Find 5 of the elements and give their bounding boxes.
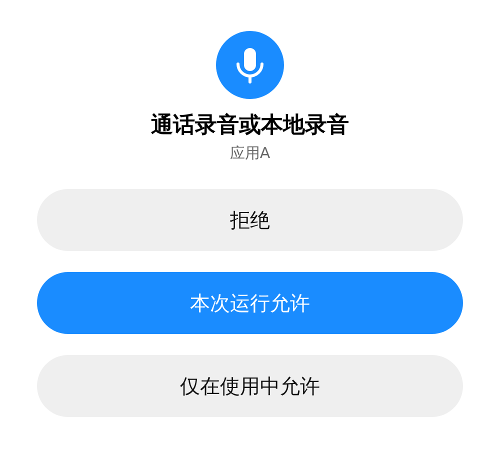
microphone-icon [216,31,284,99]
permission-button[interactable]: 拒绝 [37,189,463,251]
permission-button[interactable]: 仅在使用中允许 [37,355,463,417]
dialog-title: 通话录音或本地录音 [151,112,349,140]
app-name: 应用A [230,143,270,163]
